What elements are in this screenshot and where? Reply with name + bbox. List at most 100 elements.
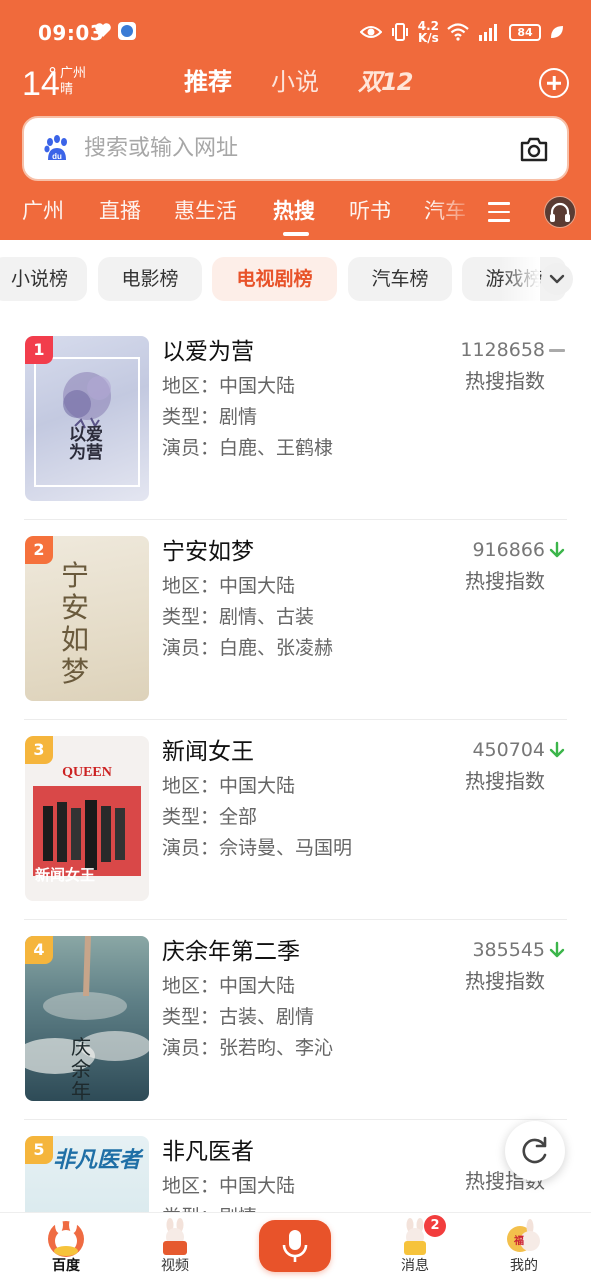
item-genre: 类型：全部: [162, 806, 258, 828]
item-region: 地区：中国大陆: [162, 375, 296, 397]
svg-text:QUEEN: QUEEN: [62, 765, 112, 780]
item-score: 450704: [472, 736, 565, 764]
item-genre: 类型：剧情、古装: [162, 606, 315, 628]
search-input[interactable]: 搜索或输入网址: [84, 134, 238, 164]
leaf-icon: [551, 26, 563, 38]
chip-fade: [500, 250, 540, 310]
headphone-button[interactable]: [544, 196, 576, 228]
eye-icon: [359, 26, 382, 38]
channel-bar: 广州 直播 惠生活 热搜 听书 汽车: [0, 190, 591, 240]
item-region: 地区：中国大陆: [162, 575, 296, 597]
nav-profile[interactable]: 福 我的: [484, 1213, 564, 1280]
tab-double-12[interactable]: 双12: [358, 66, 413, 98]
channel-fade: [430, 190, 480, 236]
profile-rabbit-icon: 福: [507, 1219, 540, 1252]
add-button[interactable]: [539, 68, 569, 98]
score-label: 热搜指数: [465, 769, 545, 793]
item-cast: 演员：白鹿、张凌赫: [162, 637, 334, 659]
app-header: 09:03 4.2 K/s 84 14 ° 广州 晴 推荐 小说 双12 du …: [0, 0, 591, 240]
chip-novel[interactable]: 小说榜: [0, 257, 87, 301]
camera-icon[interactable]: [519, 135, 549, 163]
menu-icon[interactable]: [488, 202, 510, 222]
chip-auto[interactable]: 汽车榜: [348, 257, 452, 301]
list-item[interactable]: 庆余年 4 庆余年第二季 地区：中国大陆 类型：古装、剧情 演员：张若昀、李沁 …: [0, 920, 591, 1120]
wifi-icon: [447, 23, 469, 41]
status-bar: 09:03 4.2 K/s 84: [0, 0, 591, 62]
poster-image: QUEEN 新闻女王 3: [25, 736, 149, 901]
refresh-button[interactable]: [505, 1121, 565, 1181]
svg-text:福: 福: [513, 1234, 524, 1247]
chip-tv-drama[interactable]: 电视剧榜: [212, 257, 337, 301]
item-score: 916866: [472, 536, 565, 564]
item-title: 宁安如梦: [162, 539, 254, 565]
poster-image: 庆余年 4: [25, 936, 149, 1101]
tab-novel[interactable]: 小说: [271, 66, 319, 98]
poster-text: 庆余年: [71, 1035, 91, 1101]
item-region: 地区：中国大陆: [162, 1175, 296, 1197]
item-genre: 类型：剧情: [162, 1203, 257, 1212]
rank-badge: 3: [25, 736, 53, 764]
bottom-nav: 百度 视频 消息 福 我的: [0, 1212, 591, 1280]
nav-video[interactable]: 视频: [135, 1213, 215, 1280]
rank-badge: 2: [25, 536, 53, 564]
expand-categories-button[interactable]: [541, 263, 573, 295]
nav-label-profile: 我的: [510, 1258, 538, 1274]
nav-label-messages: 消息: [401, 1258, 429, 1274]
chevron-down-icon: [549, 274, 565, 284]
list-item[interactable]: 非凡医者 5 非凡医者 地区：中国大陆 类型：剧情 2724 热搜指数: [0, 1120, 591, 1212]
heart-icon: [95, 23, 111, 37]
refresh-icon: [522, 1136, 547, 1164]
item-cast: 演员：佘诗曼、马国明: [162, 837, 353, 859]
score-value: 385545: [472, 939, 545, 961]
score-value: 1128658: [460, 339, 545, 361]
trend-down-icon: [549, 541, 565, 558]
microphone-icon: [282, 1230, 308, 1262]
poster-text: 以爱为营: [69, 425, 103, 463]
item-region: 地区：中国大陆: [162, 775, 296, 797]
voice-search-button[interactable]: [259, 1220, 331, 1272]
message-badge: 2: [424, 1215, 446, 1237]
item-title: 新闻女王: [162, 739, 254, 765]
channel-live[interactable]: 直播: [99, 197, 141, 225]
channel-life[interactable]: 惠生活: [174, 197, 237, 225]
list-item[interactable]: 宁安如梦 2 宁安如梦 地区：中国大陆 类型：剧情、古装 演员：白鹿、张凌赫 9…: [0, 520, 591, 720]
app-icon: [118, 22, 136, 40]
baidu-rabbit-icon: [48, 1217, 84, 1257]
top-nav: 14 ° 广州 晴 推荐 小说 双12: [0, 62, 591, 108]
battery-icon: 84: [509, 23, 541, 41]
rank-badge: 5: [25, 1136, 53, 1164]
list-item[interactable]: QUEEN 新闻女王 3 新闻女王 地区：中国大陆 类型：全部 演员：佘诗曼、马…: [0, 720, 591, 920]
score-label: 热搜指数: [465, 369, 545, 393]
item-region: 地区：中国大陆: [162, 975, 296, 997]
rank-badge: 4: [25, 936, 53, 964]
poster-text: 新闻女王: [35, 866, 96, 884]
trend-down-icon: [549, 941, 565, 958]
svg-text:du: du: [52, 152, 62, 161]
video-rabbit-icon: [163, 1218, 187, 1255]
nav-label-baidu: 百度: [52, 1258, 80, 1274]
hot-search-list: 以爱为营 1 以爱为营 地区：中国大陆 类型：剧情 演员：白鹿、王鹤棣 1128…: [0, 320, 591, 1212]
nav-label-video: 视频: [161, 1258, 189, 1274]
item-genre: 类型：古装、剧情: [162, 1006, 315, 1028]
trend-down-icon: [549, 741, 565, 758]
item-score: 1128658: [460, 336, 565, 364]
degree-symbol: °: [48, 64, 57, 85]
network-speed: 4.2 K/s: [418, 20, 439, 44]
score-value: 450704: [472, 739, 545, 761]
tab-recommend[interactable]: 推荐: [184, 66, 232, 98]
score-label: 热搜指数: [465, 569, 545, 593]
status-right: 4.2 K/s 84: [359, 16, 565, 48]
list-item[interactable]: 以爱为营 1 以爱为营 地区：中国大陆 类型：剧情 演员：白鹿、王鹤棣 1128…: [0, 320, 591, 520]
vibrate-icon: [391, 23, 408, 41]
item-cast: 演员：白鹿、王鹤棣: [162, 437, 334, 459]
headphone-icon: [550, 202, 570, 222]
poster-image: 以爱为营 1: [25, 336, 149, 501]
nav-baidu[interactable]: 百度: [26, 1213, 106, 1280]
weather-condition: 晴: [60, 82, 74, 97]
baidu-paw-icon: du: [44, 135, 67, 161]
channel-guangzhou[interactable]: 广州: [22, 197, 64, 225]
search-box[interactable]: du 搜索或输入网址: [22, 116, 569, 181]
chip-movie[interactable]: 电影榜: [98, 257, 202, 301]
channel-hot-search[interactable]: 热搜: [273, 197, 315, 225]
channel-audiobook[interactable]: 听书: [349, 197, 391, 225]
